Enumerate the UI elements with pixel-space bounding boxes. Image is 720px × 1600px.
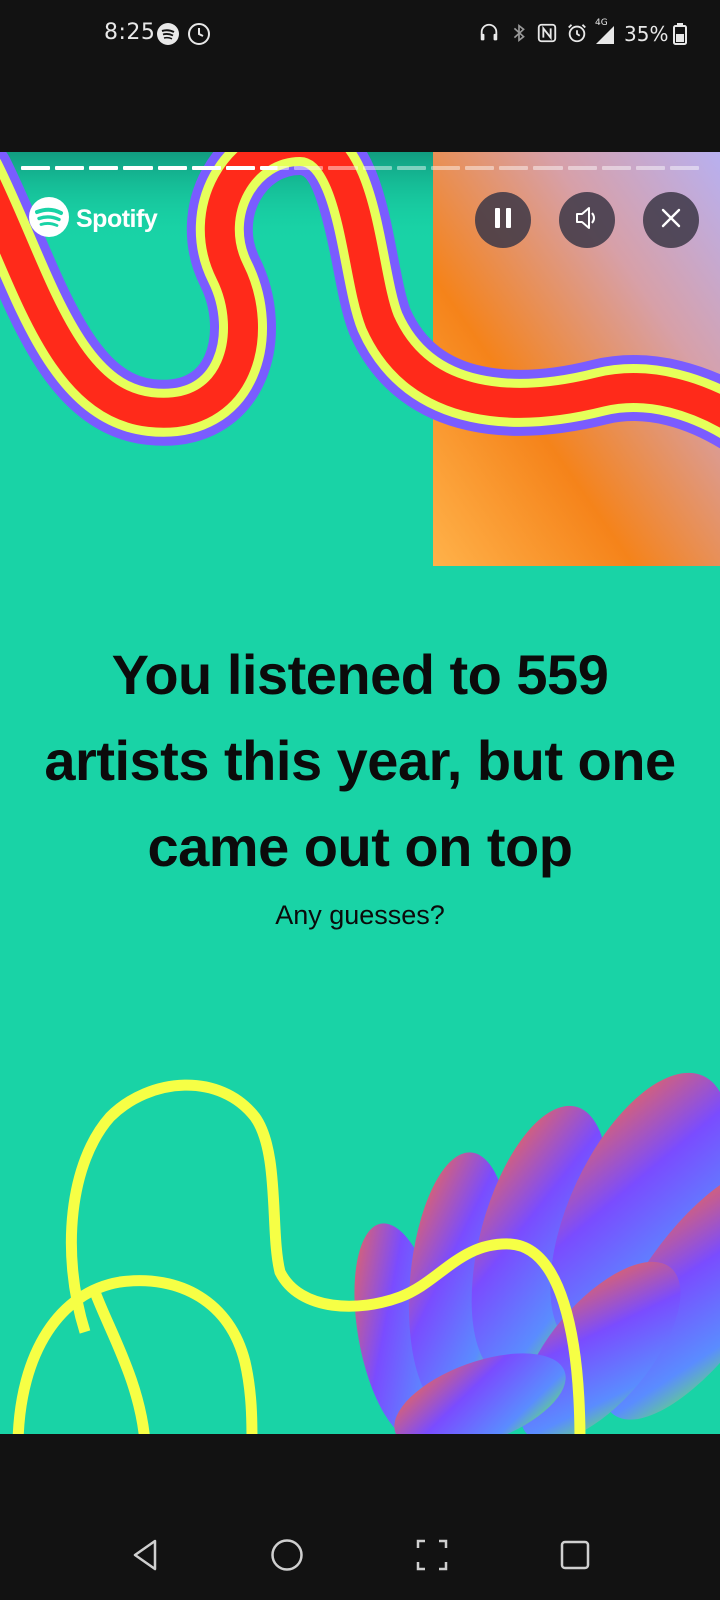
headset-icon (478, 22, 502, 46)
progress-segment (601, 166, 631, 170)
status-time: 8:25 (104, 20, 156, 45)
progress-segment (89, 166, 119, 170)
progress-segment (55, 166, 85, 170)
sound-button[interactable] (559, 192, 615, 248)
back-triangle-icon (130, 1538, 160, 1576)
screenshot-button[interactable] (407, 1532, 457, 1582)
progress-segment (260, 166, 290, 170)
spotify-logo-icon (28, 196, 70, 242)
story-subtitle: Any guesses? (275, 900, 445, 930)
navigation-bar (0, 1514, 720, 1600)
story-headline: You listened to 559 artists this year, b… (44, 643, 676, 878)
progress-segment (328, 166, 358, 170)
battery-percent: 35% (624, 22, 669, 46)
alarm-icon (566, 22, 590, 46)
progress-segment (225, 166, 256, 170)
back-button[interactable] (120, 1532, 170, 1582)
clock-icon (187, 22, 211, 46)
home-circle-icon (270, 1538, 304, 1576)
progress-segment (567, 166, 597, 170)
progress-segment (396, 166, 426, 170)
nfc-icon (536, 22, 560, 46)
progress-segment (669, 166, 700, 170)
progress-segment (430, 166, 461, 170)
progress-segment (294, 166, 324, 170)
progress-segment (465, 166, 495, 170)
progress-segment (635, 166, 665, 170)
story-progress-bar (21, 166, 700, 170)
status-bar: 8:25 4G 35% (0, 0, 720, 70)
spotify-logo: Spotify (28, 196, 158, 242)
battery-icon (673, 22, 687, 46)
bluetooth-icon (508, 22, 532, 46)
pause-icon (492, 206, 514, 234)
close-icon (660, 207, 682, 233)
progress-segment (21, 166, 51, 170)
progress-segment (157, 166, 187, 170)
speaker-icon (573, 204, 601, 236)
screenshot-icon (415, 1538, 449, 1576)
progress-segment (191, 166, 221, 170)
progress-segment (499, 166, 529, 170)
progress-segment (533, 166, 563, 170)
close-button[interactable] (643, 192, 699, 248)
pause-button[interactable] (475, 192, 531, 248)
recents-button[interactable] (550, 1532, 600, 1582)
network-label: 4G (595, 18, 608, 28)
recents-square-icon (559, 1539, 591, 1575)
spotify-icon (156, 22, 180, 46)
wrapped-story-card[interactable]: Spotify You listened to 559 artists this… (0, 152, 720, 1434)
spotify-wordmark: Spotify (76, 204, 158, 233)
signal-icon: 4G (592, 18, 618, 46)
home-button[interactable] (262, 1532, 312, 1582)
progress-segment (362, 166, 392, 170)
progress-segment (123, 166, 153, 170)
